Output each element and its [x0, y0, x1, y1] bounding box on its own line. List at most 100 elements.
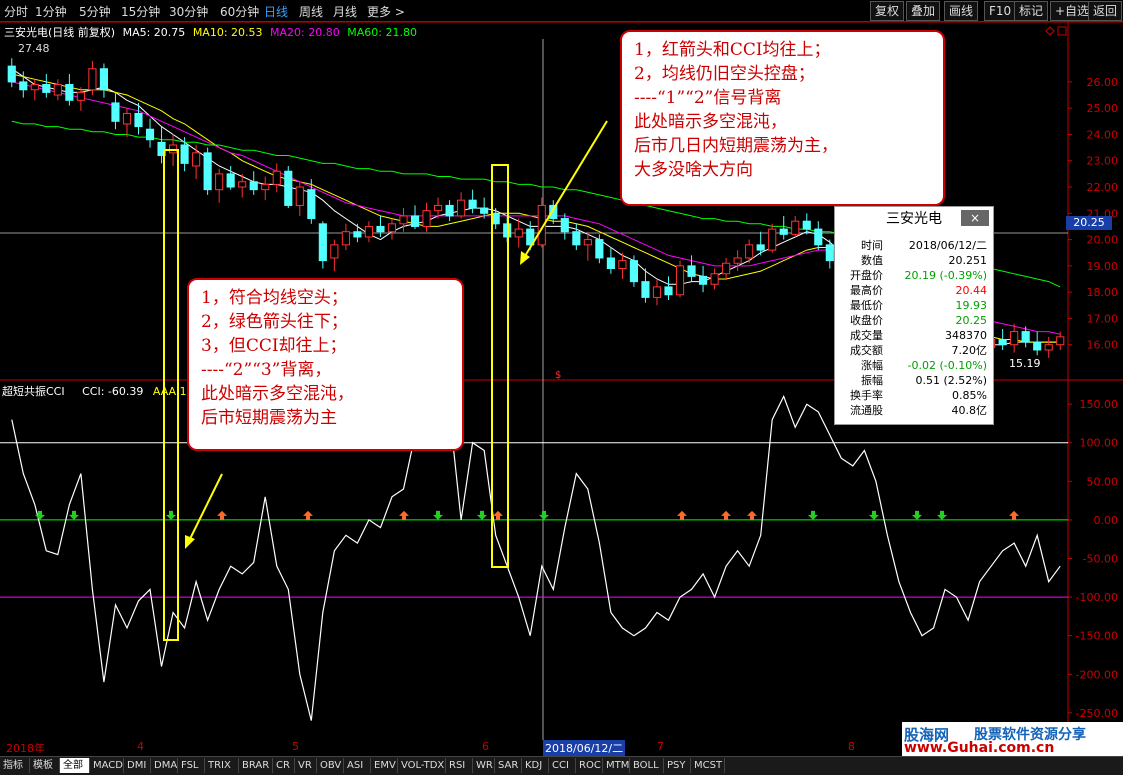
indicator-tab-0[interactable]: 指标 — [0, 758, 30, 773]
indicator-tab-11[interactable]: OBV — [317, 758, 344, 773]
period-tab-6[interactable]: 日线 — [264, 3, 288, 20]
green-down-arrow-icon — [433, 510, 443, 520]
toolbar-button-2[interactable]: 画线 — [944, 1, 979, 21]
note-line: 此处暗示多空混沌， — [201, 384, 354, 404]
indicator-tab-10[interactable]: VR — [295, 758, 317, 773]
price-tick-label: 19.00 — [1087, 260, 1119, 273]
candle-body — [698, 275, 708, 285]
popup-row-label: 数值 — [861, 254, 883, 267]
cci-tick-label: 0.00 — [1094, 514, 1119, 527]
candle-body — [722, 262, 731, 275]
candle-body — [65, 84, 74, 101]
period-tab-4[interactable]: 30分钟 — [169, 3, 208, 20]
candle-body — [445, 204, 454, 217]
indicator-tab-18[interactable]: KDJ — [522, 758, 549, 773]
indicator-tab-9[interactable]: CR — [273, 758, 295, 773]
candle-body — [641, 281, 650, 298]
candle-body — [1021, 331, 1030, 343]
note-line: 1，符合均线空头； — [201, 288, 348, 308]
candle-body — [295, 186, 304, 206]
indicator-tab-bar: 指标 模板 全部 MACD DMI DMA FSL TRIX BRAR CR VR OBV ASI EMV… — [0, 756, 1123, 775]
candle-body — [457, 199, 466, 217]
indicator-tab-6[interactable]: FSL — [178, 758, 205, 773]
indicator-tab-13[interactable]: EMV — [371, 758, 398, 773]
ma60-value: MA60: 21.80 — [347, 26, 417, 39]
indicator-tab-22[interactable]: BOLL — [630, 758, 664, 773]
period-tab-7[interactable]: 周线 — [299, 3, 323, 20]
period-tab-8[interactable]: 月线 — [333, 3, 357, 20]
period-tab-1[interactable]: 1分钟 — [35, 3, 67, 20]
red-up-arrow-icon — [677, 510, 687, 520]
indicator-tab-1[interactable]: 模板 — [30, 758, 60, 773]
period-tab-2[interactable]: 5分钟 — [79, 3, 111, 20]
candle-body — [468, 199, 477, 209]
indicator-tab-15[interactable]: RSI — [446, 758, 473, 773]
indicator-tab-5[interactable]: DMA — [151, 758, 178, 773]
toolbar-button-0[interactable]: 复权 — [870, 1, 905, 21]
close-icon[interactable]: × — [961, 210, 989, 226]
candle-body — [998, 338, 1007, 346]
candle-body — [353, 231, 362, 238]
popup-row-label: 成交额 — [850, 344, 883, 357]
diamond-icon — [1045, 26, 1055, 36]
note-line: 此处暗示多空混沌， — [634, 112, 787, 132]
period-tab-0[interactable]: 分时 — [4, 3, 28, 20]
period-tab-3[interactable]: 15分钟 — [121, 3, 160, 20]
indicator-tab-23[interactable]: PSY — [664, 758, 691, 773]
green-down-arrow-icon — [539, 510, 549, 520]
cci-tick-label: 100.00 — [1080, 437, 1119, 450]
indicator-tab-12[interactable]: ASI — [344, 758, 371, 773]
date-label: 6 — [482, 740, 489, 753]
indicator-tab-8[interactable]: BRAR — [239, 758, 273, 773]
cci-tick-label: -50.00 — [1083, 553, 1118, 566]
cursor-date-label: 2018/06/12/二 — [543, 740, 626, 756]
watermark-logo: 股海网 股票软件资源分享 www.Guhai.com.cn — [902, 722, 1123, 756]
popup-row-value: 348370 — [945, 329, 987, 342]
popup-row: 流通股 40.8亿 — [837, 404, 989, 417]
indicator-tab-24[interactable]: MCST — [691, 758, 725, 773]
toolbar-button-3[interactable]: F10 — [984, 1, 1017, 21]
indicator-tab-19[interactable]: CCI — [549, 758, 576, 773]
popup-row-label: 最高价 — [850, 284, 883, 297]
toolbar-button-6[interactable]: 返回 — [1088, 1, 1123, 21]
price-tick-label: 24.00 — [1087, 128, 1119, 141]
candle-body — [376, 225, 385, 233]
date-label: 5 — [292, 740, 299, 753]
indicator-tab-3[interactable]: MACD — [90, 758, 124, 773]
toolbar-button-1[interactable]: 叠加 — [906, 1, 941, 21]
date-label: 7 — [657, 740, 664, 753]
popup-row: 时间 2018/06/12/二 — [837, 239, 989, 252]
indicator-tab-21[interactable]: MTM — [603, 758, 630, 773]
popup-row-label: 收盘价 — [850, 314, 883, 327]
popup-row-value: 40.8亿 — [951, 404, 988, 417]
indicator-tab-16[interactable]: WR — [473, 758, 495, 773]
period-tab-5[interactable]: 60分钟 — [220, 3, 259, 20]
note-line: ----“1”“2”信号背离 — [634, 88, 782, 108]
popup-title: 三安光电 × — [835, 207, 993, 231]
price-tick-label: 17.00 — [1087, 312, 1119, 325]
note-line: 2，绿色箭头往下； — [201, 312, 348, 332]
candle-body — [330, 244, 339, 259]
quote-popup[interactable]: 三安光电 × 时间 2018/06/12/二 数值 20.251 开盘价 20.19 (-… — [834, 206, 994, 425]
green-down-arrow-icon — [869, 510, 879, 520]
toolbar-button-4[interactable]: 标记 — [1014, 1, 1049, 21]
pointer-arrowhead-icon — [520, 251, 530, 265]
candle-body — [88, 68, 97, 91]
popup-row-value: 7.20亿 — [951, 344, 988, 357]
indicator-tab-20[interactable]: ROC — [576, 758, 603, 773]
indicator-tab-4[interactable]: DMI — [124, 758, 151, 773]
popup-row: 涨幅 -0.02 (-0.10%) — [837, 359, 989, 372]
period-tab-9[interactable]: 更多 > — [367, 3, 405, 20]
candle-body — [249, 181, 258, 191]
indicator-tab-2[interactable]: 全部 — [60, 758, 90, 773]
popup-row-value: -0.02 (-0.10%) — [907, 359, 987, 372]
indicator-tab-17[interactable]: SAR — [495, 758, 522, 773]
indicator-tab-7[interactable]: TRIX — [205, 758, 239, 773]
price-tick-label: 18.00 — [1087, 286, 1119, 299]
indicator-tab-14[interactable]: VOL-TDX — [398, 758, 446, 773]
candle-body — [111, 102, 120, 122]
popup-row-value: 0.51 (2.52%) — [915, 374, 987, 387]
candle-body — [76, 91, 85, 101]
popup-row-label: 开盘价 — [850, 269, 883, 282]
candle-body — [318, 223, 327, 262]
